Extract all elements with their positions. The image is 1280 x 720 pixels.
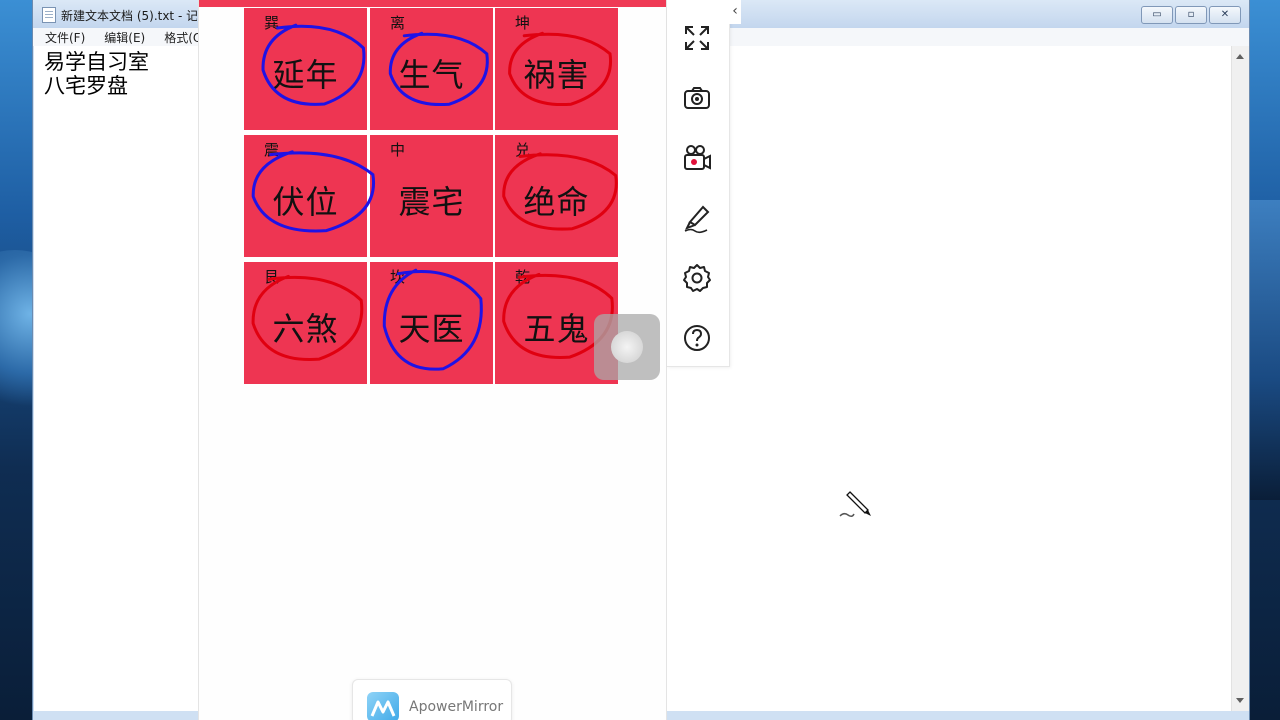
trigram-label: 乾 [515, 268, 531, 286]
settings-icon[interactable] [681, 262, 713, 294]
cell-kun: 坤 祸害 [495, 8, 618, 130]
screenshot-icon[interactable] [681, 82, 713, 114]
trigram-label: 兑 [515, 141, 531, 159]
window-title: 新建文本文档 (5).txt - 记事本 [61, 9, 197, 23]
cell-dui: 兑 绝命 [495, 135, 618, 257]
star-label: 延年 [272, 56, 339, 94]
menu-file[interactable]: 文件(F) [33, 28, 92, 46]
star-label: 震宅 [398, 183, 465, 221]
cell-center: 中 震宅 [370, 135, 493, 257]
maximize-button[interactable]: ▫ [1175, 6, 1207, 24]
collapse-toolbar-button[interactable]: ‹ [729, 0, 741, 24]
menu-edit[interactable]: 编辑(E) [92, 28, 152, 46]
trigram-label: 巽 [264, 14, 280, 32]
notepad-icon [42, 7, 56, 23]
phone-mirror-screen[interactable]: 巽 延年 离 生气 坤 祸害 震 伏位 中 震宅 兑 绝命 艮 六煞 坎 天医 [198, 0, 667, 720]
star-label: 生气 [398, 56, 465, 94]
close-button[interactable]: ✕ [1209, 6, 1241, 24]
trigram-label: 震 [264, 141, 280, 159]
bazhai-compass-grid: 巽 延年 离 生气 坤 祸害 震 伏位 中 震宅 兑 绝命 艮 六煞 坎 天医 [244, 8, 619, 384]
editor-content: 易学自习室 八宅罗盘 [44, 50, 149, 98]
mirror-side-toolbar [667, 0, 730, 367]
cell-kan: 坎 天医 [370, 262, 493, 384]
cell-li: 离 生气 [370, 8, 493, 130]
trigram-label: 艮 [264, 268, 280, 286]
star-label: 伏位 [272, 183, 339, 221]
whiteboard-icon[interactable] [681, 202, 713, 234]
record-icon[interactable] [681, 142, 713, 174]
scroll-down-icon[interactable] [1236, 698, 1244, 703]
cell-zhen: 震 伏位 [244, 135, 367, 257]
star-label: 六煞 [272, 310, 339, 348]
trigram-label: 坎 [390, 268, 406, 286]
cell-xun: 巽 延年 [244, 8, 367, 130]
cell-gen: 艮 六煞 [244, 262, 367, 384]
apowermirror-badge: ApowerMirror [352, 679, 512, 720]
pen-cursor-icon [838, 490, 876, 520]
app-name-label: ApowerMirror [409, 699, 504, 715]
trigram-label: 离 [390, 14, 406, 32]
apowermirror-logo-icon [367, 692, 399, 720]
minimize-button[interactable]: ▭ [1141, 6, 1173, 24]
help-icon[interactable] [681, 322, 713, 354]
trigram-label: 坤 [515, 14, 531, 32]
floating-assist-ball[interactable] [594, 314, 660, 380]
editor-line: 八宅罗盘 [44, 74, 128, 98]
star-label: 绝命 [523, 183, 590, 221]
vertical-scrollbar[interactable] [1231, 46, 1249, 711]
star-label: 天医 [398, 310, 465, 348]
editor-line: 易学自习室 [44, 50, 149, 74]
scroll-up-icon[interactable] [1236, 54, 1244, 59]
window-controls: ▭ ▫ ✕ [1141, 6, 1241, 24]
fullscreen-icon[interactable] [681, 22, 713, 54]
trigram-label: 中 [390, 141, 406, 159]
phone-status-bar [199, 0, 666, 7]
star-label: 祸害 [523, 56, 590, 94]
